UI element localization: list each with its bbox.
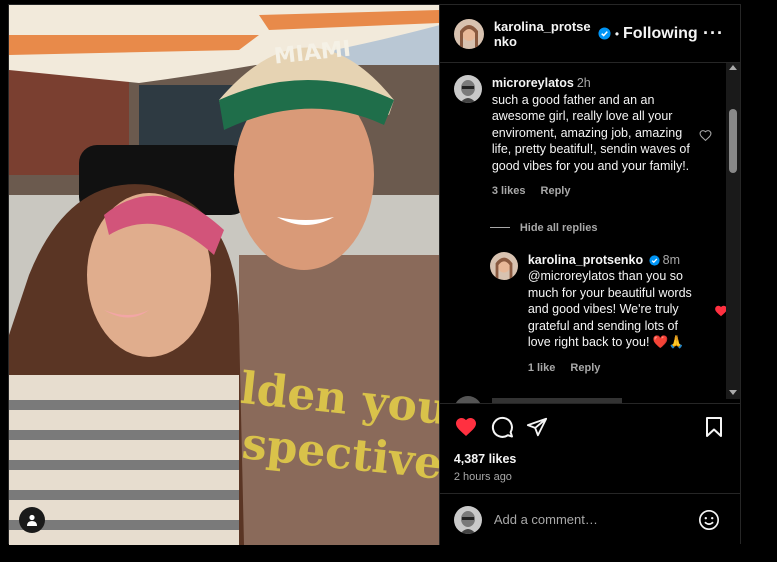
more-options-icon[interactable]: ···: [703, 23, 724, 44]
post-modal: lden your spective MIAMI karolina_protse…: [8, 4, 741, 545]
post-side-panel: karolina_protsenko • Following ··· micro…: [438, 5, 740, 545]
scrollbar-thumb[interactable]: [729, 109, 737, 173]
hide-replies-line: [489, 227, 510, 228]
commenter-avatar[interactable]: [453, 75, 482, 103]
next-comment-avatar[interactable]: [453, 396, 482, 403]
emoji-icon[interactable]: [698, 509, 720, 531]
comment-reply: karolina_protsenko 8m @microreylatos tha…: [489, 251, 740, 377]
share-paper-plane-icon[interactable]: [526, 416, 548, 438]
hide-replies-button[interactable]: Hide all replies: [489, 221, 740, 234]
like-heart-icon[interactable]: [454, 415, 478, 439]
action-icons: [454, 414, 726, 440]
tagged-users-button[interactable]: [19, 507, 45, 533]
scroll-down-arrow-icon[interactable]: [729, 390, 737, 395]
like-comment-heart-icon[interactable]: [699, 129, 712, 142]
scroll-up-arrow-icon[interactable]: [729, 65, 737, 70]
hide-replies-label: Hide all replies: [519, 221, 598, 234]
comment-bubble-icon[interactable]: [490, 415, 514, 439]
add-comment-bar: [439, 493, 740, 545]
comment-time: 2h: [576, 76, 591, 90]
reply-text: @microreylatos than you so much for your…: [527, 269, 692, 349]
reply-time: 8m: [662, 252, 681, 267]
post-timestamp: 2 hours ago: [453, 471, 512, 483]
comment-likes[interactable]: 3 likes: [492, 185, 526, 197]
post-header: karolina_protsenko • Following ···: [439, 5, 740, 63]
comment-username[interactable]: microreylatos: [492, 76, 574, 90]
verified-badge-icon: [598, 27, 611, 40]
reply-avatar[interactable]: [489, 251, 518, 280]
separator-dot: •: [614, 26, 620, 41]
comment-text: such a good father and an an awesome gir…: [491, 92, 690, 173]
reply-reply-button[interactable]: Reply: [570, 362, 600, 374]
add-comment-input[interactable]: [493, 512, 684, 527]
comment-body: microreylatos 2h such a good father and a…: [492, 75, 702, 200]
reply-body: karolina_protsenko 8m @microreylatos tha…: [528, 252, 698, 377]
reply-likes[interactable]: 1 like: [528, 362, 556, 374]
comments-list: microreylatos 2h such a good father and a…: [440, 63, 740, 403]
author-username[interactable]: karolina_protsenko: [494, 19, 594, 49]
reply-meta: 1 like Reply: [528, 360, 698, 377]
reply-verified-badge-icon: [649, 255, 660, 266]
reply-button[interactable]: Reply: [541, 185, 571, 197]
reply-username[interactable]: karolina_protsenko: [528, 253, 643, 267]
person-icon: [27, 514, 37, 526]
post-image: lden your spective MIAMI: [9, 5, 439, 545]
likes-count[interactable]: 4,387 likes: [454, 452, 726, 466]
next-comment-partial: [453, 396, 740, 403]
bookmark-icon[interactable]: [704, 416, 724, 438]
post-actions: 4,387 likes 2 hours ago: [439, 403, 740, 493]
post-photo: lden your spective MIAMI: [9, 5, 439, 545]
author-avatar[interactable]: [453, 18, 484, 49]
comment-meta: 3 likes Reply: [492, 183, 702, 200]
comment: microreylatos 2h such a good father and a…: [453, 75, 740, 200]
comments-scrollbar[interactable]: [726, 63, 740, 399]
following-button[interactable]: Following: [623, 25, 698, 43]
current-user-avatar: [453, 505, 482, 534]
